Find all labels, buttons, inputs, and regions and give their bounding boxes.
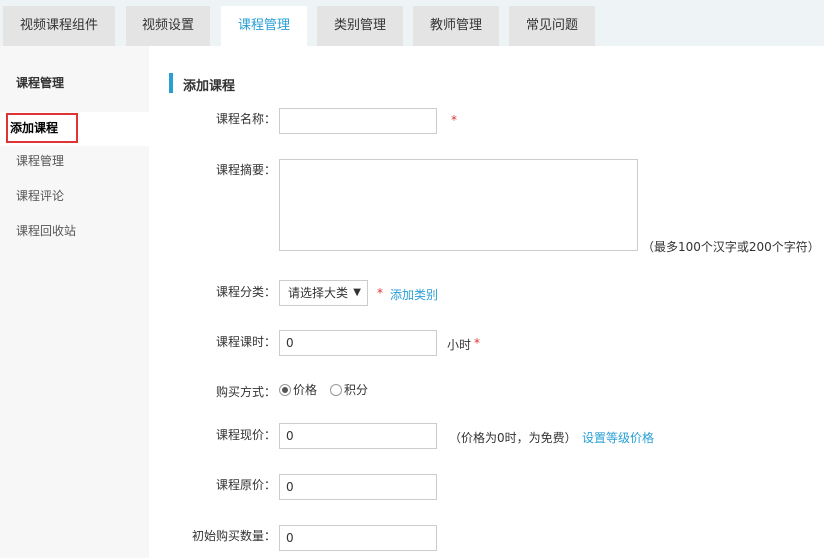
tab-teacher-management[interactable]: 教师管理	[413, 6, 499, 46]
sidebar-item-course-comments[interactable]: 课程评论	[16, 187, 64, 204]
section-title-accent	[169, 73, 173, 93]
section-title: 添加课程	[183, 79, 236, 94]
summary-length-hint: （最多100个汉字或200个字符）	[642, 240, 820, 254]
radio-label-price: 价格	[293, 383, 318, 397]
course-hours-input[interactable]	[279, 330, 437, 356]
course-summary-textarea[interactable]	[279, 159, 638, 251]
course-name-label: 课程名称：	[215, 112, 276, 126]
required-mark: *	[451, 113, 457, 127]
category-select[interactable]: 请选择大类 ▼	[279, 280, 368, 306]
tab-category-management[interactable]: 类别管理	[317, 6, 403, 46]
tab-video-course-component[interactable]: 视频课程组件	[3, 6, 115, 46]
radio-checked-icon	[279, 384, 291, 396]
buy-method-label: 购买方式：	[215, 385, 276, 399]
tab-faq[interactable]: 常见问题	[509, 6, 595, 46]
sidebar-item-label: 添加课程	[10, 121, 59, 135]
category-selected-value: 请选择大类	[288, 286, 349, 300]
buy-method-points-radio[interactable]: 积分	[330, 382, 368, 398]
original-price-input[interactable]	[279, 474, 437, 500]
add-category-link[interactable]: 添加类别	[390, 286, 438, 303]
hours-unit: 小时	[447, 338, 472, 352]
initial-buyers-input[interactable]	[279, 525, 437, 551]
tab-video-settings[interactable]: 视频设置	[126, 6, 210, 46]
required-mark: *	[377, 286, 383, 300]
price-free-hint: （价格为0时，为免费）	[449, 431, 577, 445]
sidebar-item-course-management[interactable]: 课程管理	[16, 152, 64, 169]
original-price-label: 课程原价：	[215, 478, 276, 492]
course-name-input[interactable]	[279, 108, 437, 134]
buy-method-price-radio[interactable]: 价格	[279, 382, 317, 398]
radio-unchecked-icon	[330, 384, 342, 396]
sidebar-item-course-recycle-bin[interactable]: 课程回收站	[16, 222, 76, 239]
sidebar-title: 课程管理	[16, 76, 65, 90]
tab-course-management[interactable]: 课程管理	[221, 6, 307, 46]
course-hours-label: 课程课时：	[215, 335, 276, 349]
initial-buyers-label: 初始购买数量：	[191, 529, 276, 543]
sidebar: 课程管理 添加课程 课程管理 课程评论 课程回收站	[0, 46, 149, 558]
top-tab-bar: 视频课程组件 视频设置 课程管理 类别管理 教师管理 常见问题	[0, 0, 824, 46]
sidebar-item-add-course[interactable]: 添加课程	[0, 112, 149, 146]
current-price-label: 课程现价：	[215, 428, 276, 442]
radio-label-points: 积分	[344, 383, 369, 397]
caret-down-icon: ▼	[353, 287, 361, 298]
current-price-input[interactable]	[279, 423, 437, 449]
set-level-price-link[interactable]: 设置等级价格	[582, 429, 654, 446]
course-summary-label: 课程摘要：	[215, 163, 276, 177]
course-category-label: 课程分类：	[215, 285, 276, 299]
required-mark: *	[474, 336, 480, 350]
